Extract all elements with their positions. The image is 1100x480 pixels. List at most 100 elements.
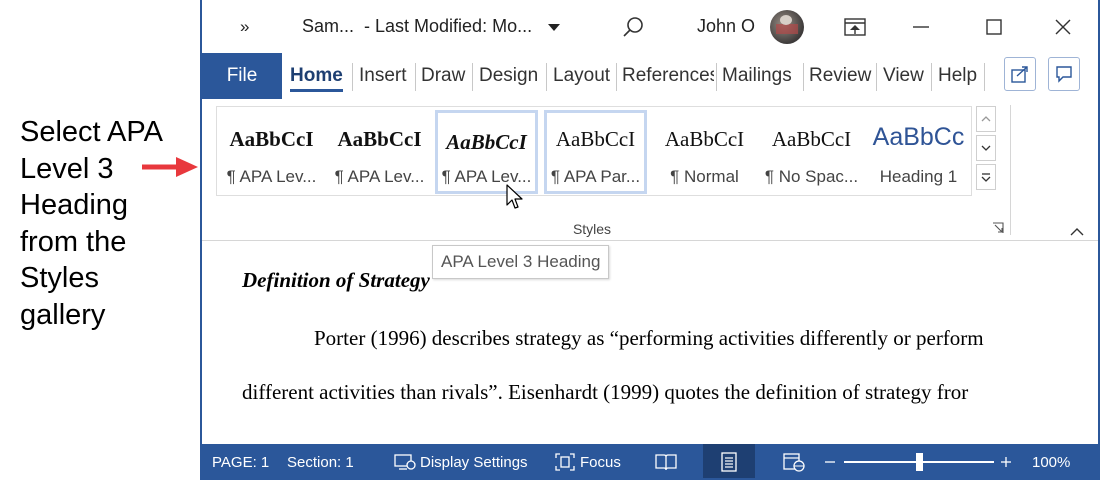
style-no-spacing[interactable]: AaBbCcI ¶ No Spac... — [760, 110, 863, 194]
ribbon-tabs: File Home Insert Draw Design Layout Refe… — [202, 53, 1098, 101]
display-settings-icon — [394, 454, 416, 470]
tab-layout[interactable]: Layout — [553, 53, 610, 99]
instruction-line: from the — [20, 225, 127, 258]
tab-divider — [472, 63, 473, 91]
comments-button[interactable] — [1048, 57, 1080, 91]
paragraph-line: different activities than rivals”. Eisen… — [242, 380, 969, 404]
gallery-scroll-controls — [976, 106, 996, 194]
instruction-line: gallery — [20, 298, 106, 331]
zoom-slider-thumb[interactable] — [916, 453, 923, 471]
style-apa-level-1[interactable]: AaBbCcI ¶ APA Lev... — [220, 110, 323, 194]
paragraph-line: Porter (1996) describes strategy as “per… — [314, 326, 984, 350]
tab-help[interactable]: Help — [938, 53, 977, 99]
print-layout-button[interactable] — [703, 444, 755, 478]
ribbon-display-options-button[interactable] — [844, 0, 866, 53]
avatar[interactable] — [770, 10, 804, 44]
read-mode-icon — [655, 454, 677, 471]
search-button[interactable] — [622, 0, 644, 53]
instruction-line: Styles — [20, 262, 99, 294]
tab-divider — [415, 63, 416, 91]
styles-gallery: AaBbCcI ¶ APA Lev... AaBbCcI ¶ APA Lev..… — [216, 106, 972, 196]
tab-divider — [546, 63, 547, 91]
tab-divider — [931, 63, 932, 91]
tab-home[interactable]: Home — [290, 53, 343, 99]
focus-label: Focus — [580, 453, 621, 471]
word-window: » Sam... - Last Modified: Mo... John O F… — [200, 0, 1100, 480]
style-preview: AaBbCc — [872, 123, 965, 151]
page-indicator[interactable]: PAGE: 1 — [212, 444, 269, 478]
focus-icon — [555, 453, 575, 471]
quick-access-overflow-button[interactable]: » — [240, 0, 249, 53]
instruction-callout: Select APA Level 3 Heading from the Styl… — [0, 0, 200, 480]
style-preview: AaBbCcI — [446, 130, 527, 154]
web-layout-button[interactable] — [772, 444, 816, 478]
style-label: ¶ APA Par... — [550, 167, 641, 186]
tab-review[interactable]: Review — [809, 53, 871, 99]
minus-icon — [825, 461, 835, 463]
tab-insert[interactable]: Insert — [359, 53, 407, 99]
print-layout-icon — [721, 452, 737, 472]
group-divider — [1010, 105, 1011, 235]
share-button[interactable] — [1004, 57, 1036, 91]
display-settings-button[interactable]: Display Settings — [394, 444, 528, 478]
close-icon — [1055, 19, 1071, 34]
more-icon — [981, 172, 991, 182]
styles-dialog-launcher[interactable] — [992, 221, 1004, 239]
gallery-scroll-down-button[interactable] — [976, 135, 996, 161]
account-button[interactable]: John O — [697, 0, 755, 53]
tab-draw[interactable]: Draw — [421, 53, 465, 99]
share-icon — [1011, 66, 1028, 83]
section-indicator[interactable]: Section: 1 — [287, 444, 354, 478]
style-normal[interactable]: AaBbCcI ¶ Normal — [653, 110, 756, 194]
overflow-label: » — [240, 16, 250, 36]
style-preview: AaBbCcI — [229, 127, 314, 151]
zoom-slider[interactable] — [844, 453, 994, 471]
style-preview: AaBbCcI — [771, 127, 852, 151]
maximize-icon — [986, 18, 1002, 35]
tab-view[interactable]: View — [883, 53, 924, 99]
style-label: ¶ APA Lev... — [334, 167, 425, 186]
style-apa-level-2[interactable]: AaBbCcI ¶ APA Lev... — [328, 110, 431, 194]
maximize-button[interactable] — [986, 0, 1002, 53]
tab-divider — [984, 63, 985, 91]
collapse-ribbon-button[interactable] — [1070, 223, 1084, 241]
tab-references[interactable]: References — [622, 53, 714, 99]
document-title: Sam... - Last Modified: Mo... — [302, 16, 533, 36]
user-name: John O — [697, 16, 756, 36]
title-bar: » Sam... - Last Modified: Mo... John O — [202, 0, 1098, 53]
document-canvas[interactable]: Definition of Strategy Porter (1996) des… — [202, 242, 1098, 442]
read-mode-button[interactable] — [644, 444, 688, 478]
chevron-up-icon — [981, 116, 991, 122]
style-label: ¶ APA Lev... — [226, 167, 317, 186]
style-preview: AaBbCcI — [664, 127, 745, 151]
instruction-line: Select APA — [20, 116, 163, 148]
style-label: ¶ No Spac... — [764, 167, 859, 186]
minimize-button[interactable] — [912, 0, 930, 53]
pointer-arrow-icon — [142, 157, 198, 177]
chevron-up-icon — [1070, 228, 1084, 236]
tab-divider — [803, 63, 804, 91]
zoom-out-button[interactable] — [824, 444, 836, 478]
mouse-cursor-icon — [506, 184, 523, 209]
tab-mailings[interactable]: Mailings — [722, 53, 792, 99]
chevron-down-icon — [548, 16, 561, 37]
style-preview: AaBbCcI — [337, 127, 422, 151]
style-apa-paragraph[interactable]: AaBbCcI ¶ APA Par... — [544, 110, 647, 194]
tab-divider — [716, 63, 717, 91]
document-title-button[interactable]: Sam... - Last Modified: Mo... — [302, 0, 561, 53]
comment-icon — [1056, 66, 1072, 83]
dialog-launcher-icon — [993, 222, 1004, 233]
gallery-scroll-up-button[interactable] — [976, 106, 996, 132]
close-button[interactable] — [1054, 0, 1072, 53]
style-preview: AaBbCcI — [555, 127, 636, 151]
focus-button[interactable]: Focus — [554, 444, 621, 478]
style-heading-1[interactable]: AaBbCc Heading 1 — [867, 110, 970, 194]
display-settings-label: Display Settings — [420, 453, 528, 471]
tab-file[interactable]: File — [202, 53, 282, 99]
tab-design[interactable]: Design — [479, 53, 538, 99]
styles-group-label: Styles — [572, 221, 612, 237]
zoom-level[interactable]: 100% — [1032, 444, 1070, 478]
style-apa-level-3[interactable]: AaBbCcI ¶ APA Lev... — [435, 110, 538, 194]
gallery-more-button[interactable] — [976, 164, 996, 190]
zoom-in-button[interactable] — [1000, 444, 1012, 478]
